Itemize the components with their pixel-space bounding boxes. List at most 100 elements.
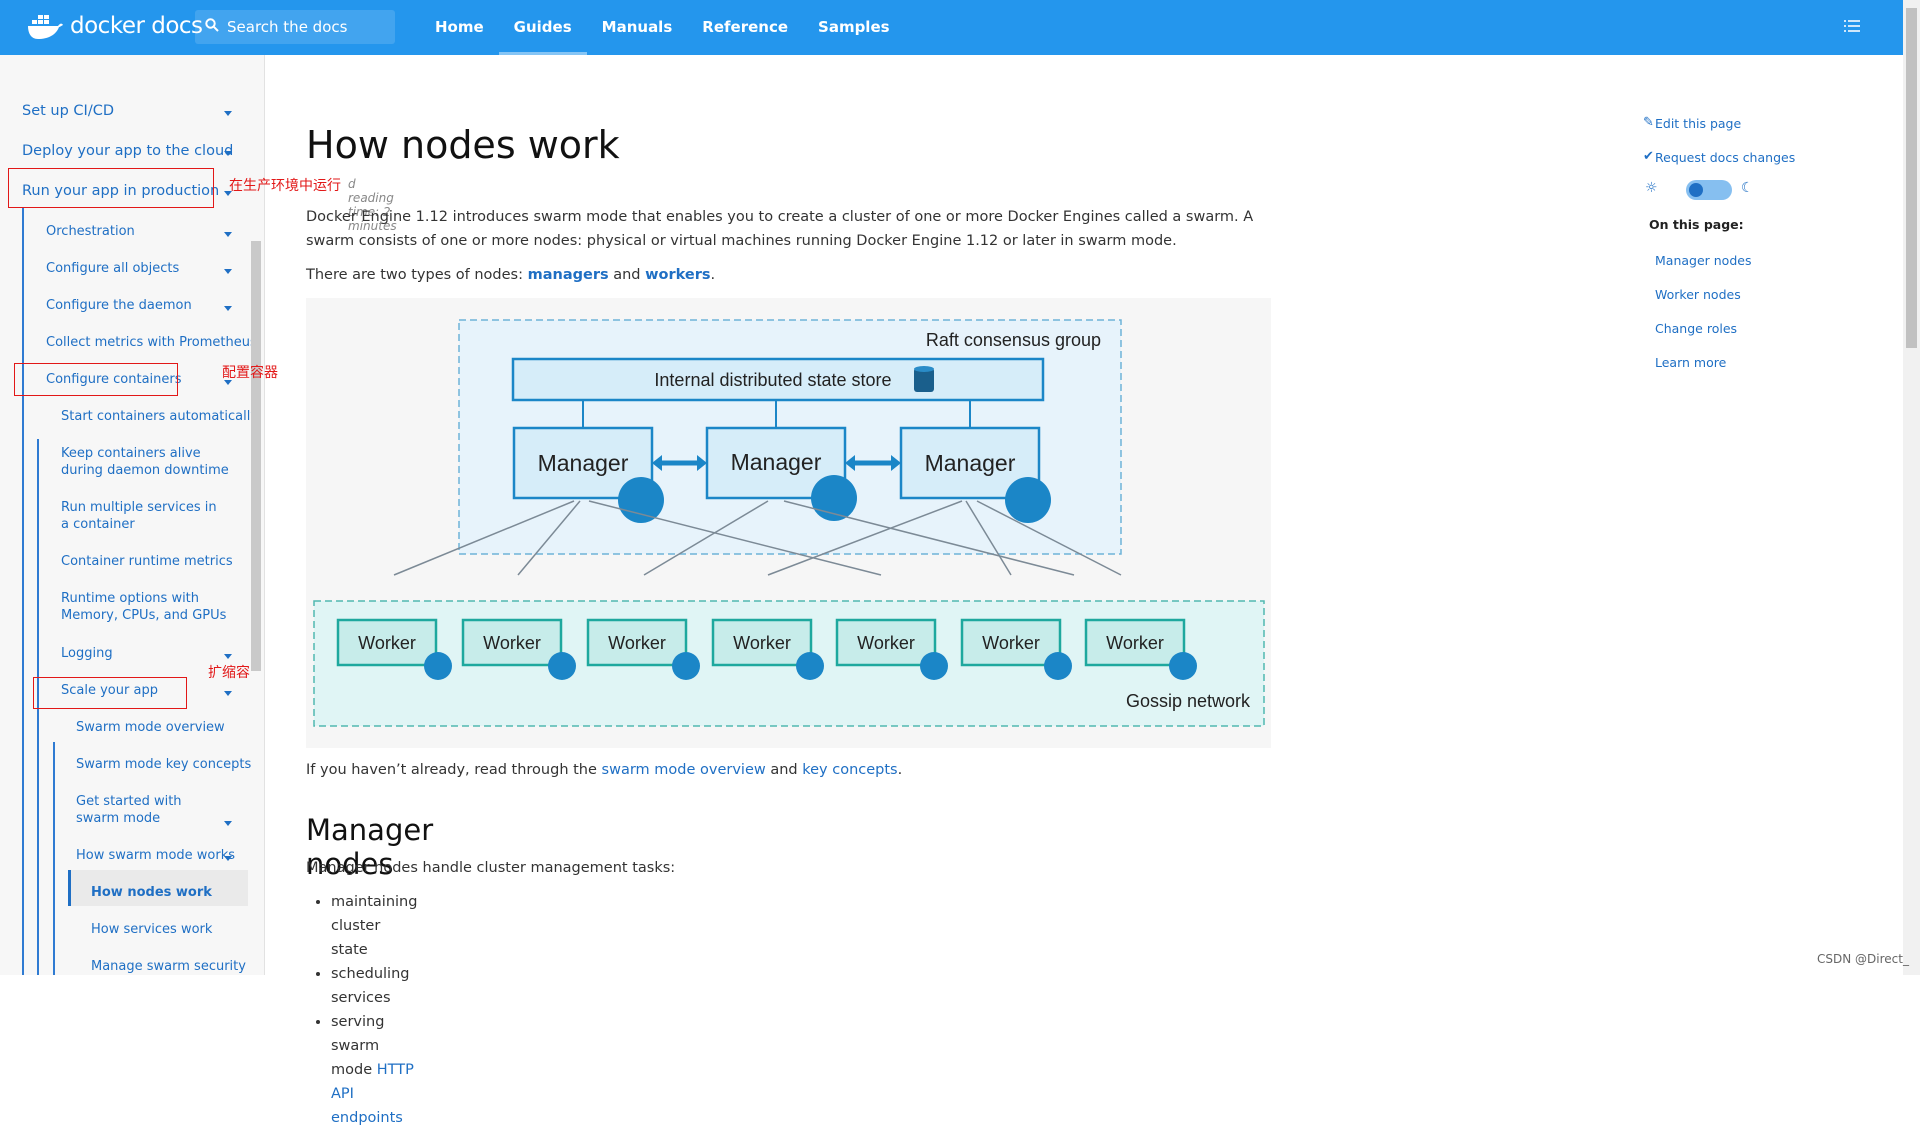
search-icon: [205, 18, 219, 36]
list-item: serving swarm mode HTTP API endpoints: [331, 1010, 417, 1130]
node-types-text: There are two types of nodes:: [306, 267, 528, 283]
state-store-label: Internal distributed state store: [654, 370, 891, 390]
sidebar-item-manage-security[interactable]: Manage swarm security: [91, 958, 246, 975]
swarm-nodes-diagram: Raft consensus group Internal distribute…: [306, 298, 1271, 748]
toc-manager-nodes[interactable]: Manager nodes: [1655, 253, 1751, 268]
worker-label: Worker: [483, 633, 541, 653]
sidebar-item-keep-alive[interactable]: Keep containers alive during daemon down…: [61, 445, 236, 479]
docker-logo[interactable]: docker docs: [26, 12, 203, 40]
edit-icon: ✎: [1643, 115, 1654, 130]
search-input[interactable]: Search the docs: [195, 10, 395, 44]
read-through-suffix: .: [897, 762, 903, 778]
sidebar-item-runtime-options[interactable]: Runtime options with Memory, CPUs, and G…: [61, 590, 241, 624]
read-through-paragraph: If you haven’t already, read through the…: [306, 758, 1256, 782]
check-icon: ✔: [1643, 149, 1654, 164]
sidebar-item-how-services-work[interactable]: How services work: [91, 921, 212, 938]
worker-label: Worker: [358, 633, 416, 653]
annotation-configure-containers: 配置容器: [222, 365, 278, 381]
sidebar-item-how-swarm-works[interactable]: How swarm mode works: [76, 847, 235, 864]
moon-icon: ☾: [1741, 180, 1754, 196]
sidebar-scrollbar[interactable]: [248, 91, 262, 975]
worker-label: Worker: [857, 633, 915, 653]
chevron-down-icon[interactable]: [224, 691, 232, 696]
chevron-down-icon[interactable]: [224, 821, 232, 826]
page-scrollbar[interactable]: [1903, 0, 1920, 975]
annotation-box-configure-containers: [14, 363, 178, 396]
database-icon: [914, 366, 934, 392]
sidebar-item-multi-services[interactable]: Run multiple services in a container: [61, 499, 221, 533]
request-changes-link[interactable]: Request docs changes: [1655, 150, 1795, 165]
sidebar-scrollbar-thumb[interactable]: [251, 241, 261, 671]
page-scrollbar-thumb[interactable]: [1906, 8, 1917, 348]
list-item: maintaining cluster state: [331, 890, 417, 962]
chevron-down-icon[interactable]: [224, 111, 232, 116]
sun-icon: ☼: [1645, 180, 1658, 196]
worker-label: Worker: [1106, 633, 1164, 653]
toc-learn-more[interactable]: Learn more: [1655, 355, 1726, 370]
read-through-and: and: [765, 762, 803, 778]
sidebar-item-runtime-metrics[interactable]: Container runtime metrics: [61, 553, 233, 570]
sidebar-tree-line: [53, 742, 55, 975]
node-types-paragraph: There are two types of nodes: managers a…: [306, 263, 1256, 287]
page-title: How nodes work: [306, 123, 620, 167]
intro-paragraph: Docker Engine 1.12 introduces swarm mode…: [306, 209, 1254, 249]
nav-manuals[interactable]: Manuals: [587, 0, 688, 55]
list-item: scheduling services: [331, 962, 417, 1010]
sidebar-item-logging[interactable]: Logging: [61, 645, 113, 662]
sidebar-item-setup-cicd[interactable]: Set up CI/CD: [22, 103, 114, 120]
sidebar-tree-line: [22, 208, 24, 975]
worker-label: Worker: [982, 633, 1040, 653]
workers-link[interactable]: workers: [645, 267, 710, 283]
sidebar-item-deploy-cloud[interactable]: Deploy your app to the cloud: [22, 143, 233, 160]
sidebar-item-configure-objects[interactable]: Configure all objects: [46, 260, 179, 277]
node-types-suffix: .: [710, 267, 716, 283]
nav-reference[interactable]: Reference: [687, 0, 803, 55]
annotation-box-run-production: [8, 168, 214, 208]
sidebar-item-swarm-key-concepts[interactable]: Swarm mode key concepts: [76, 756, 251, 773]
sidebar-item-orchestration[interactable]: Orchestration: [46, 223, 135, 240]
toc-worker-nodes[interactable]: Worker nodes: [1655, 287, 1741, 302]
read-through-text: If you haven’t already, read through the: [306, 762, 602, 778]
toc-change-roles[interactable]: Change roles: [1655, 321, 1737, 336]
chevron-down-icon[interactable]: [224, 151, 232, 156]
manager-intro: Manager nodes handle cluster management …: [306, 860, 676, 876]
gossip-label: Gossip network: [1126, 691, 1251, 711]
on-this-page-heading: On this page:: [1649, 217, 1744, 232]
sidebar-item-prometheus[interactable]: Collect metrics with Prometheus: [46, 334, 257, 351]
worker-label: Worker: [608, 633, 666, 653]
manager-label: Manager: [731, 449, 822, 475]
sidebar-item-configure-daemon[interactable]: Configure the daemon: [46, 297, 192, 314]
sidebar-item-swarm-overview[interactable]: Swarm mode overview: [76, 719, 225, 736]
worker-label: Worker: [733, 633, 791, 653]
chevron-down-icon[interactable]: [224, 856, 232, 861]
nav-samples[interactable]: Samples: [803, 0, 905, 55]
manager-label: Manager: [538, 450, 629, 476]
sidebar-item-how-nodes-work[interactable]: How nodes work: [91, 884, 212, 901]
annotation-scale-app: 扩缩容: [208, 665, 250, 681]
chevron-down-icon[interactable]: [224, 306, 232, 311]
top-navbar: docker docs Search the docs Home Guides …: [0, 0, 1920, 55]
chevron-down-icon[interactable]: [224, 232, 232, 237]
sidebar-item-start-containers[interactable]: Start containers automatically: [61, 408, 258, 425]
search-placeholder: Search the docs: [227, 18, 348, 36]
managers-link[interactable]: managers: [528, 267, 609, 283]
manager-task-list: maintaining cluster state scheduling ser…: [331, 890, 417, 1130]
nav-guides[interactable]: Guides: [498, 0, 587, 55]
chevron-down-icon[interactable]: [224, 269, 232, 274]
manager-label: Manager: [925, 450, 1016, 476]
theme-toggle[interactable]: [1686, 180, 1732, 200]
sidebar-item-get-started-swarm[interactable]: Get started with swarm mode: [76, 793, 211, 827]
edit-page-link[interactable]: Edit this page: [1655, 116, 1741, 131]
key-concepts-link[interactable]: key concepts: [802, 762, 897, 778]
raft-label: Raft consensus group: [926, 330, 1101, 350]
watermark: CSDN @Direct_: [1817, 952, 1909, 966]
logo-text: docker docs: [70, 13, 203, 39]
chevron-down-icon[interactable]: [224, 654, 232, 659]
main-nav: Home Guides Manuals Reference Samples: [420, 0, 905, 55]
nav-home[interactable]: Home: [420, 0, 499, 55]
annotation-box-scale-app: [33, 677, 187, 709]
menu-toggle-icon[interactable]: [1844, 18, 1860, 37]
swarm-overview-link[interactable]: swarm mode overview: [602, 762, 766, 778]
node-types-and: and: [608, 267, 646, 283]
theme-toggle-knob: [1689, 183, 1703, 197]
